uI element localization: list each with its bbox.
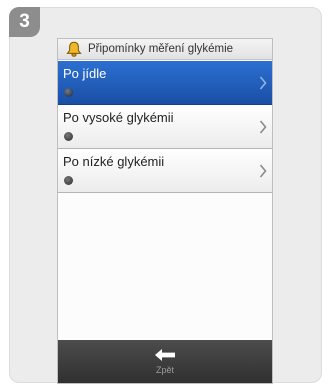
reminder-menu: Po jídle Po vysoké glykémii Po nízké gly… bbox=[58, 61, 272, 193]
menu-item-label: Po nízké glykémii bbox=[63, 154, 165, 169]
menu-item-label: Po jídle bbox=[63, 66, 107, 81]
menu-item-after-low[interactable]: Po nízké glykémii bbox=[58, 149, 272, 193]
screen-header: Připomínky měření glykémie bbox=[58, 39, 272, 60]
step-number-badge: 3 bbox=[9, 7, 40, 37]
back-button[interactable]: Zpět bbox=[58, 340, 272, 383]
status-dot-icon bbox=[64, 88, 73, 97]
back-arrow-icon bbox=[155, 349, 175, 361]
device-screen: Připomínky měření glykémie Po jídle Po v… bbox=[57, 38, 273, 384]
bell-icon bbox=[66, 41, 82, 57]
menu-item-after-meal[interactable]: Po jídle bbox=[58, 61, 272, 105]
status-dot-icon bbox=[64, 132, 73, 141]
status-dot-icon bbox=[64, 176, 73, 185]
chevron-right-icon bbox=[259, 164, 267, 178]
back-label: Zpět bbox=[155, 365, 174, 375]
menu-item-after-high[interactable]: Po vysoké glykémii bbox=[58, 105, 272, 149]
chevron-right-icon bbox=[259, 76, 267, 90]
screen-title: Připomínky měření glykémie bbox=[88, 43, 234, 55]
chevron-right-icon bbox=[259, 120, 267, 134]
menu-item-label: Po vysoké glykémii bbox=[63, 110, 174, 125]
